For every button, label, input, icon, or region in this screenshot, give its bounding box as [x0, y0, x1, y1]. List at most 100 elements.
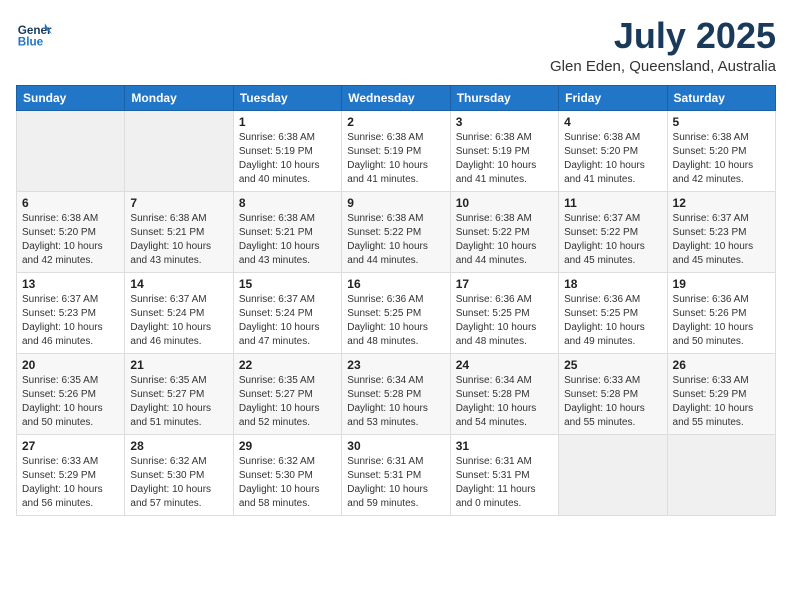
day-info: Sunrise: 6:38 AM Sunset: 5:20 PM Dayligh… [673, 131, 770, 187]
calendar-cell: 10 Sunrise: 6:38 AM Sunset: 5:22 PM Dayli… [450, 191, 558, 272]
day-info: Sunrise: 6:31 AM Sunset: 5:31 PM Dayligh… [456, 455, 553, 511]
day-number: 11 [564, 196, 661, 210]
weekday-header-tuesday: Tuesday [233, 85, 341, 110]
day-number: 2 [347, 115, 444, 129]
day-info: Sunrise: 6:36 AM Sunset: 5:25 PM Dayligh… [456, 293, 553, 349]
calendar-cell: 2 Sunrise: 6:38 AM Sunset: 5:19 PM Daylig… [342, 110, 450, 191]
calendar-cell [559, 434, 667, 515]
day-info: Sunrise: 6:33 AM Sunset: 5:29 PM Dayligh… [22, 455, 119, 511]
day-number: 12 [673, 196, 770, 210]
day-info: Sunrise: 6:36 AM Sunset: 5:25 PM Dayligh… [347, 293, 444, 349]
calendar-cell: 5 Sunrise: 6:38 AM Sunset: 5:20 PM Daylig… [667, 110, 775, 191]
calendar-cell: 25Sunrise: 6:33 AM Sunset: 5:28 PM Dayli… [559, 353, 667, 434]
day-number: 13 [22, 277, 119, 291]
title-block: July 2025 Glen Eden, Queensland, Austral… [550, 16, 776, 75]
day-number: 30 [347, 439, 444, 453]
day-number: 21 [130, 358, 227, 372]
day-info: Sunrise: 6:38 AM Sunset: 5:20 PM Dayligh… [564, 131, 661, 187]
calendar-cell: 20 Sunrise: 6:35 AM Sunset: 5:26 PM Dayli… [17, 353, 125, 434]
day-info: Sunrise: 6:34 AM Sunset: 5:28 PM Dayligh… [347, 374, 444, 430]
day-number: 6 [22, 196, 119, 210]
day-info: Sunrise: 6:32 AM Sunset: 5:30 PM Dayligh… [130, 455, 227, 511]
svg-text:Blue: Blue [18, 36, 44, 49]
day-info: Sunrise: 6:37 AM Sunset: 5:22 PM Dayligh… [564, 212, 661, 268]
calendar-cell: 8 Sunrise: 6:38 AM Sunset: 5:21 PM Daylig… [233, 191, 341, 272]
day-info: Sunrise: 6:32 AM Sunset: 5:30 PM Dayligh… [239, 455, 336, 511]
day-number: 27 [22, 439, 119, 453]
day-number: 24 [456, 358, 553, 372]
calendar-cell [125, 110, 233, 191]
day-number: 8 [239, 196, 336, 210]
weekday-header-sunday: Sunday [17, 85, 125, 110]
calendar-cell: 28Sunrise: 6:32 AM Sunset: 5:30 PM Dayli… [125, 434, 233, 515]
day-info: Sunrise: 6:38 AM Sunset: 5:20 PM Dayligh… [22, 212, 119, 268]
calendar-cell: 9Sunrise: 6:38 AM Sunset: 5:22 PM Daylig… [342, 191, 450, 272]
day-number: 25 [564, 358, 661, 372]
day-number: 19 [673, 277, 770, 291]
calendar-week-5: 27 Sunrise: 6:33 AM Sunset: 5:29 PM Dayli… [17, 434, 776, 515]
calendar-week-4: 20 Sunrise: 6:35 AM Sunset: 5:26 PM Dayli… [17, 353, 776, 434]
logo: General Blue [16, 16, 52, 52]
calendar-cell: 31Sunrise: 6:31 AM Sunset: 5:31 PM Dayli… [450, 434, 558, 515]
weekday-header-monday: Monday [125, 85, 233, 110]
day-info: Sunrise: 6:35 AM Sunset: 5:26 PM Dayligh… [22, 374, 119, 430]
logo-icon: General Blue [16, 16, 52, 52]
calendar-cell: 21 Sunrise: 6:35 AM Sunset: 5:27 PM Dayli… [125, 353, 233, 434]
calendar-cell: 29 Sunrise: 6:32 AM Sunset: 5:30 PM Dayli… [233, 434, 341, 515]
day-info: Sunrise: 6:38 AM Sunset: 5:19 PM Dayligh… [239, 131, 336, 187]
weekday-header-thursday: Thursday [450, 85, 558, 110]
day-number: 4 [564, 115, 661, 129]
day-number: 10 [456, 196, 553, 210]
calendar-week-3: 13Sunrise: 6:37 AM Sunset: 5:23 PM Dayli… [17, 272, 776, 353]
calendar-cell: 4 Sunrise: 6:38 AM Sunset: 5:20 PM Daylig… [559, 110, 667, 191]
calendar-cell [667, 434, 775, 515]
day-info: Sunrise: 6:38 AM Sunset: 5:19 PM Dayligh… [347, 131, 444, 187]
calendar-cell: 13Sunrise: 6:37 AM Sunset: 5:23 PM Dayli… [17, 272, 125, 353]
day-info: Sunrise: 6:38 AM Sunset: 5:19 PM Dayligh… [456, 131, 553, 187]
calendar-cell: 23 Sunrise: 6:34 AM Sunset: 5:28 PM Dayli… [342, 353, 450, 434]
month-title: July 2025 [550, 16, 776, 56]
location: Glen Eden, Queensland, Australia [550, 58, 776, 75]
calendar-cell: 14Sunrise: 6:37 AM Sunset: 5:24 PM Dayli… [125, 272, 233, 353]
calendar-cell: 16 Sunrise: 6:36 AM Sunset: 5:25 PM Dayli… [342, 272, 450, 353]
calendar-cell: 6 Sunrise: 6:38 AM Sunset: 5:20 PM Daylig… [17, 191, 125, 272]
calendar-cell: 3 Sunrise: 6:38 AM Sunset: 5:19 PM Daylig… [450, 110, 558, 191]
calendar-cell [17, 110, 125, 191]
day-info: Sunrise: 6:35 AM Sunset: 5:27 PM Dayligh… [239, 374, 336, 430]
page-header: General Blue July 2025 Glen Eden, Queens… [16, 16, 776, 75]
day-number: 3 [456, 115, 553, 129]
calendar-cell: 22 Sunrise: 6:35 AM Sunset: 5:27 PM Dayli… [233, 353, 341, 434]
day-number: 16 [347, 277, 444, 291]
day-number: 23 [347, 358, 444, 372]
weekday-header-wednesday: Wednesday [342, 85, 450, 110]
day-info: Sunrise: 6:36 AM Sunset: 5:25 PM Dayligh… [564, 293, 661, 349]
day-number: 26 [673, 358, 770, 372]
calendar-cell: 24 Sunrise: 6:34 AM Sunset: 5:28 PM Dayli… [450, 353, 558, 434]
day-number: 22 [239, 358, 336, 372]
day-info: Sunrise: 6:33 AM Sunset: 5:29 PM Dayligh… [673, 374, 770, 430]
day-number: 14 [130, 277, 227, 291]
day-info: Sunrise: 6:38 AM Sunset: 5:22 PM Dayligh… [456, 212, 553, 268]
calendar-cell: 7 Sunrise: 6:38 AM Sunset: 5:21 PM Daylig… [125, 191, 233, 272]
day-info: Sunrise: 6:34 AM Sunset: 5:28 PM Dayligh… [456, 374, 553, 430]
calendar-cell: 1 Sunrise: 6:38 AM Sunset: 5:19 PM Daylig… [233, 110, 341, 191]
day-info: Sunrise: 6:37 AM Sunset: 5:23 PM Dayligh… [673, 212, 770, 268]
calendar-cell: 11 Sunrise: 6:37 AM Sunset: 5:22 PM Dayli… [559, 191, 667, 272]
weekday-header-friday: Friday [559, 85, 667, 110]
day-number: 7 [130, 196, 227, 210]
calendar-table: SundayMondayTuesdayWednesdayThursdayFrid… [16, 85, 776, 516]
day-info: Sunrise: 6:38 AM Sunset: 5:21 PM Dayligh… [239, 212, 336, 268]
calendar-cell: 12 Sunrise: 6:37 AM Sunset: 5:23 PM Dayli… [667, 191, 775, 272]
day-info: Sunrise: 6:31 AM Sunset: 5:31 PM Dayligh… [347, 455, 444, 511]
day-info: Sunrise: 6:38 AM Sunset: 5:21 PM Dayligh… [130, 212, 227, 268]
calendar-week-1: 1 Sunrise: 6:38 AM Sunset: 5:19 PM Daylig… [17, 110, 776, 191]
day-number: 29 [239, 439, 336, 453]
day-number: 1 [239, 115, 336, 129]
day-number: 20 [22, 358, 119, 372]
day-number: 9 [347, 196, 444, 210]
day-info: Sunrise: 6:35 AM Sunset: 5:27 PM Dayligh… [130, 374, 227, 430]
day-info: Sunrise: 6:36 AM Sunset: 5:26 PM Dayligh… [673, 293, 770, 349]
calendar-week-2: 6 Sunrise: 6:38 AM Sunset: 5:20 PM Daylig… [17, 191, 776, 272]
calendar-cell: 30 Sunrise: 6:31 AM Sunset: 5:31 PM Dayli… [342, 434, 450, 515]
day-number: 5 [673, 115, 770, 129]
